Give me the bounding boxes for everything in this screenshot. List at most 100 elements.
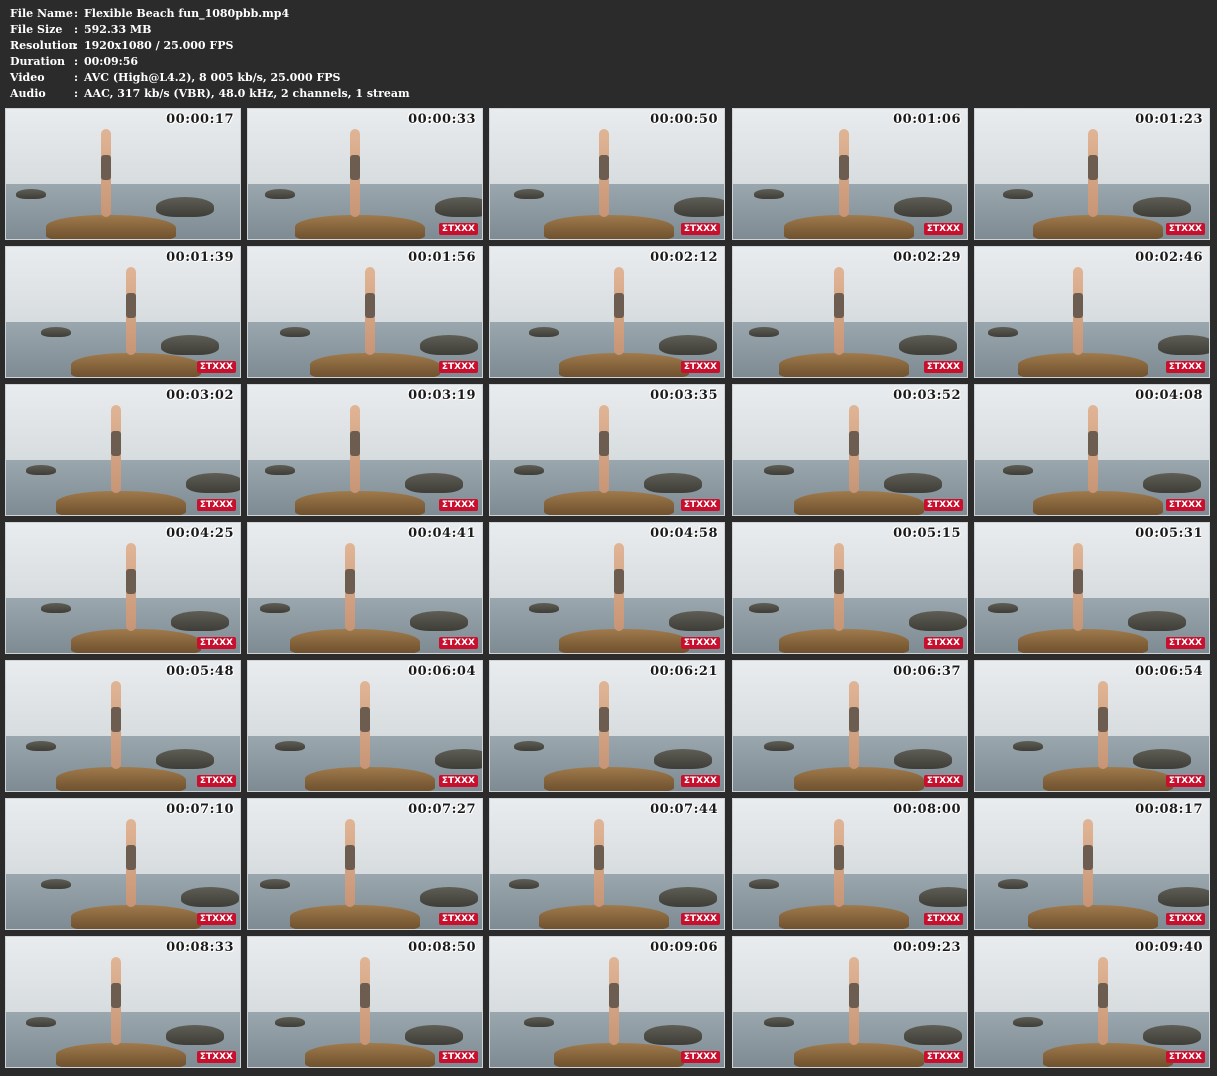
video-thumbnail[interactable]: 00:03:19 ΣTXXX [247,384,483,516]
info-separator: : [74,87,79,100]
video-thumbnail[interactable]: 00:07:44 ΣTXXX [489,798,725,930]
thumbnail-rock [894,749,952,769]
video-thumbnail[interactable]: 00:05:48 ΣTXXX [5,660,241,792]
thumbnail-grid: 00:00:17 00:00:33 ΣTXXX 00:00:50 ΣTXXX 00:01:… [5,108,1213,1074]
thumbnail-rock [1133,197,1191,217]
video-thumbnail[interactable]: 00:00:17 [5,108,241,240]
info-label: Audio [10,87,46,100]
thumbnail-figure [1088,405,1098,493]
watermark-logo: ΣTXXX [680,637,720,649]
video-thumbnail[interactable]: 00:03:35 ΣTXXX [489,384,725,516]
info-label: Resolution [10,39,77,52]
video-thumbnail[interactable]: 00:06:21 ΣTXXX [489,660,725,792]
thumbnail-rock [56,1043,186,1067]
thumbnail-figure [1088,129,1098,217]
watermark-logo: ΣTXXX [923,775,963,787]
thumbnail-rock [559,629,689,653]
video-thumbnail[interactable]: 00:01:06 ΣTXXX [732,108,968,240]
thumbnail-rock [919,887,967,907]
video-thumbnail[interactable]: 00:02:29 ΣTXXX [732,246,968,378]
thumbnail-timestamp: 00:02:46 [1135,250,1203,265]
thumbnail-rock [161,335,219,355]
thumbnail-rock [1143,1025,1201,1045]
thumbnail-rock [435,749,482,769]
watermark-logo: ΣTXXX [923,223,963,235]
info-separator: : [74,39,79,52]
video-thumbnail[interactable]: 00:05:15 ΣTXXX [732,522,968,654]
thumbnail-timestamp: 00:04:41 [408,526,476,541]
info-value: AVC (High@L4.2), 8 005 kb/s, 25.000 FPS [84,71,341,84]
thumbnail-swimsuit [111,431,121,457]
thumbnail-figure [360,957,370,1045]
thumbnail-rock [1158,335,1209,355]
thumbnail-timestamp: 00:06:21 [650,664,718,679]
video-thumbnail[interactable]: 00:09:06 ΣTXXX [489,936,725,1068]
video-thumbnail[interactable]: 00:08:00 ΣTXXX [732,798,968,930]
thumbnail-rock [171,611,229,631]
video-thumbnail[interactable]: 00:07:27 ΣTXXX [247,798,483,930]
thumbnail-swimsuit [345,845,355,871]
video-thumbnail[interactable]: 00:08:17 ΣTXXX [974,798,1210,930]
thumbnail-rock [305,1043,435,1067]
thumbnail-figure [834,543,844,631]
thumbnail-swimsuit [101,155,111,181]
thumbnail-timestamp: 00:07:10 [166,802,234,817]
thumbnail-rock [779,905,909,929]
video-thumbnail[interactable]: 00:01:56 ΣTXXX [247,246,483,378]
video-thumbnail[interactable]: 00:02:12 ΣTXXX [489,246,725,378]
video-thumbnail[interactable]: 00:05:31 ΣTXXX [974,522,1210,654]
thumbnail-timestamp: 00:04:08 [1135,388,1203,403]
thumbnail-rock [420,887,478,907]
video-thumbnail[interactable]: 00:04:25 ΣTXXX [5,522,241,654]
thumbnail-rock [16,189,46,199]
video-thumbnail[interactable]: 00:04:58 ΣTXXX [489,522,725,654]
thumbnail-timestamp: 00:06:04 [408,664,476,679]
thumbnail-swimsuit [111,707,121,733]
thumbnail-timestamp: 00:08:33 [166,940,234,955]
thumbnail-rock [524,1017,554,1027]
thumbnail-figure [849,681,859,769]
video-thumbnail[interactable]: 00:01:39 ΣTXXX [5,246,241,378]
thumbnail-timestamp: 00:09:23 [893,940,961,955]
video-thumbnail[interactable]: 00:07:10 ΣTXXX [5,798,241,930]
info-separator: : [74,55,79,68]
video-thumbnail[interactable]: 00:06:37 ΣTXXX [732,660,968,792]
thumbnail-rock [1043,767,1173,791]
thumbnail-swimsuit [614,293,624,319]
thumbnail-rock [71,353,201,377]
video-thumbnail[interactable]: 00:09:23 ΣTXXX [732,936,968,1068]
thumbnail-rock [659,887,717,907]
thumbnail-rock [1003,189,1033,199]
watermark-logo: ΣTXXX [923,913,963,925]
video-thumbnail[interactable]: 00:03:02 ΣTXXX [5,384,241,516]
thumbnail-rock [514,465,544,475]
video-thumbnail[interactable]: 00:09:40 ΣTXXX [974,936,1210,1068]
thumbnail-rock [1143,473,1201,493]
video-thumbnail[interactable]: 00:06:04 ΣTXXX [247,660,483,792]
thumbnail-rock [405,473,463,493]
thumbnail-timestamp: 00:00:17 [166,112,234,127]
watermark-logo: ΣTXXX [923,499,963,511]
thumbnail-rock [265,189,295,199]
watermark-logo: ΣTXXX [1165,775,1205,787]
thumbnail-figure [609,957,619,1045]
thumbnail-timestamp: 00:05:15 [893,526,961,541]
video-thumbnail[interactable]: 00:04:08 ΣTXXX [974,384,1210,516]
video-thumbnail[interactable]: 00:03:52 ΣTXXX [732,384,968,516]
video-thumbnail[interactable]: 00:02:46 ΣTXXX [974,246,1210,378]
watermark-logo: ΣTXXX [1165,361,1205,373]
video-thumbnail[interactable]: 00:06:54 ΣTXXX [974,660,1210,792]
thumbnail-rock [794,767,924,791]
thumbnail-rock [265,465,295,475]
video-thumbnail[interactable]: 00:01:23 ΣTXXX [974,108,1210,240]
video-thumbnail[interactable]: 00:00:50 ΣTXXX [489,108,725,240]
thumbnail-figure [126,267,136,355]
video-thumbnail[interactable]: 00:08:50 ΣTXXX [247,936,483,1068]
video-thumbnail[interactable]: 00:08:33 ΣTXXX [5,936,241,1068]
video-thumbnail[interactable]: 00:00:33 ΣTXXX [247,108,483,240]
info-row: Video: AVC (High@L4.2), 8 005 kb/s, 25.00… [10,70,410,86]
video-thumbnail[interactable]: 00:04:41 ΣTXXX [247,522,483,654]
thumbnail-swimsuit [1098,983,1108,1009]
thumbnail-swimsuit [365,293,375,319]
thumbnail-timestamp: 00:01:39 [166,250,234,265]
